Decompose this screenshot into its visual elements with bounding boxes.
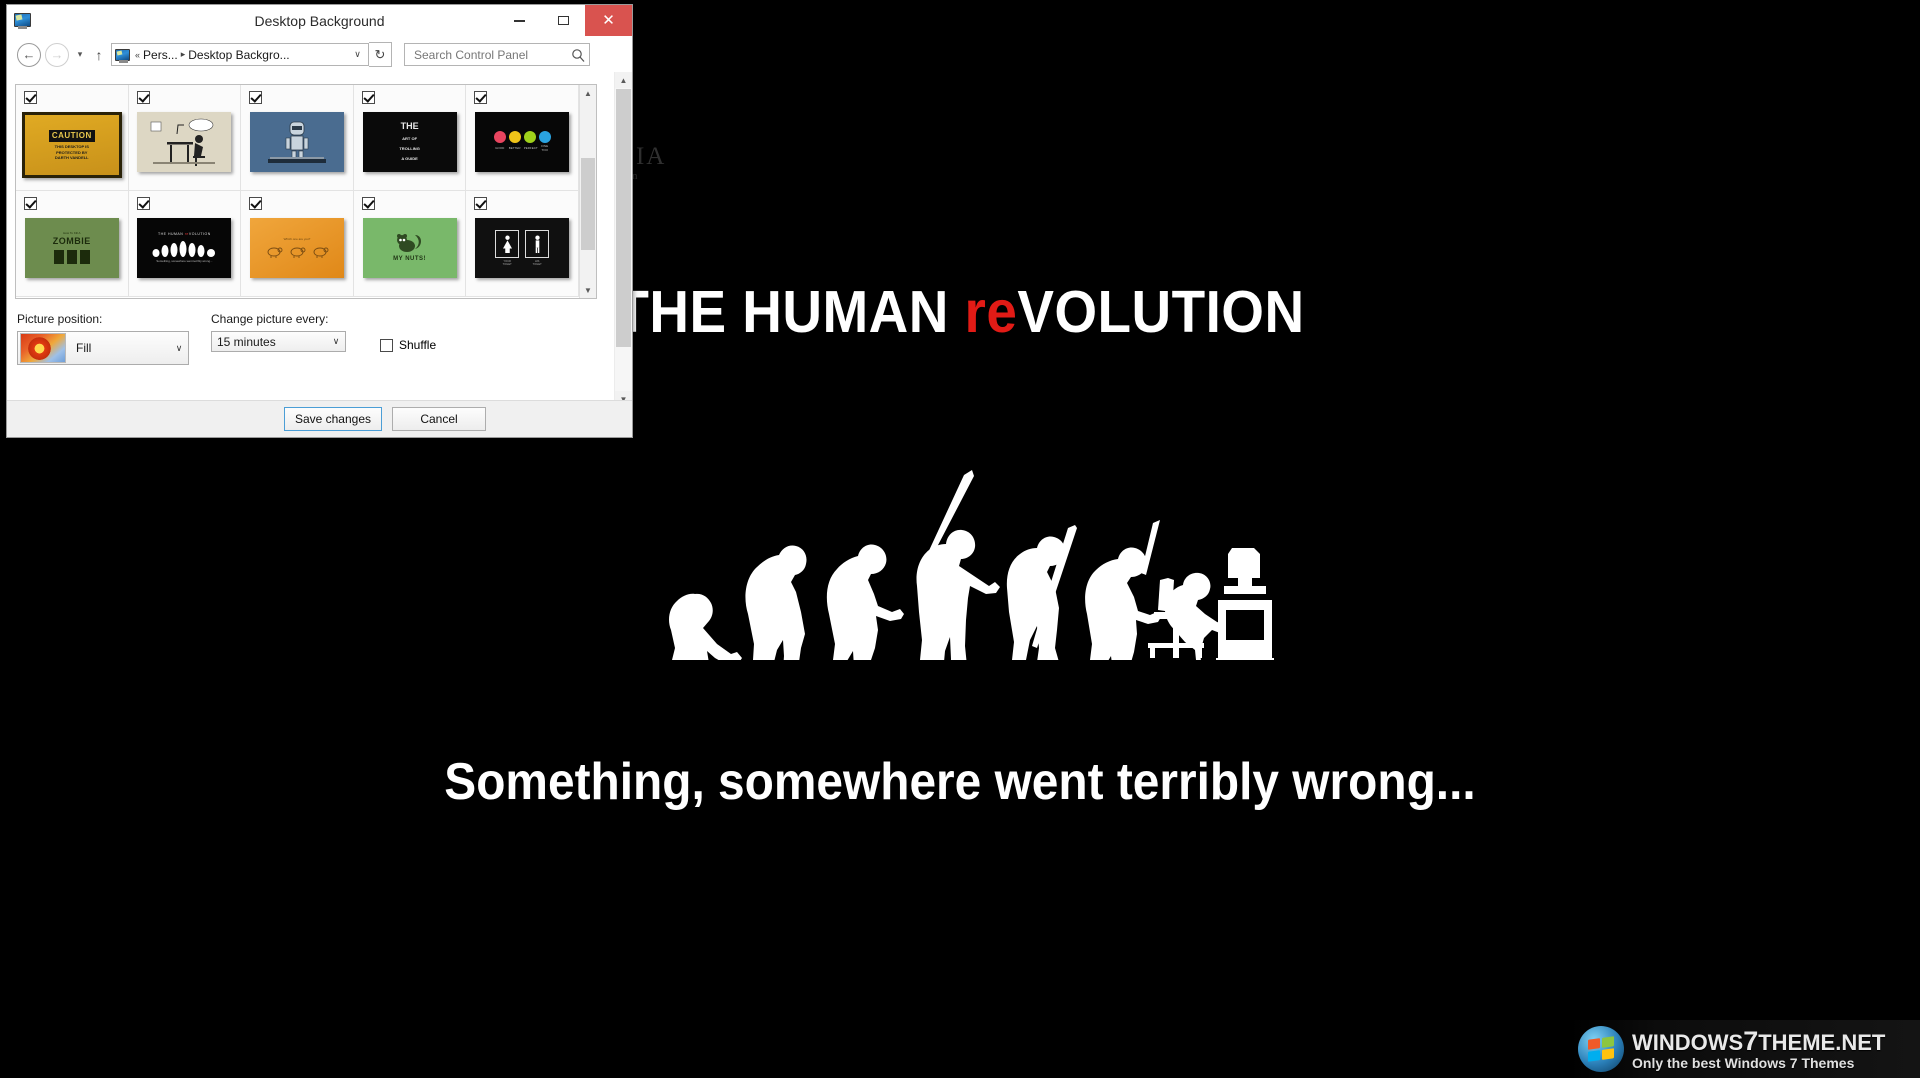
chevron-down-icon: ∨ (175, 342, 183, 353)
back-arrow-icon: ← (22, 47, 36, 62)
thumbnail-image-evolution[interactable]: THE HUMAN reVOLUTION Something, somewher… (137, 218, 232, 278)
address-bar: ← → ▾ ↑ « Pers... ▸ Desktop Backgro... ∨… (7, 37, 632, 72)
change-picture-value: 15 minutes (217, 334, 276, 349)
thumbnail-image-cartoon[interactable] (137, 112, 232, 172)
picture-position-block: Picture position: Fill ∨ (17, 312, 189, 365)
arrow-up-icon: ↑ (95, 46, 103, 63)
thumbnail-checkbox[interactable] (136, 197, 150, 210)
change-picture-label: Change picture every: (211, 312, 329, 326)
cancel-button[interactable]: Cancel (392, 407, 486, 431)
thumbnail-checkbox[interactable] (249, 91, 263, 104)
desktop-background-app-icon (14, 12, 32, 29)
picture-preview-thumbnail (20, 333, 66, 363)
thumbnail-image-toilets[interactable]: YOUR TOILET HIS TOILET (475, 218, 570, 278)
maximize-button[interactable] (541, 5, 585, 36)
thumbnail-checkbox[interactable] (24, 197, 37, 210)
refresh-button[interactable]: ↻ (369, 42, 392, 67)
thumbnail-checkbox[interactable] (136, 91, 150, 104)
recent-locations-button[interactable]: ▾ (73, 49, 87, 60)
thumbnail-image-sheep[interactable]: Which one are you? (249, 218, 344, 278)
thumbnail-item[interactable]: THE ART OF TROLLING A GUIDE (353, 85, 467, 191)
refresh-icon: ↻ (374, 46, 386, 62)
search-box[interactable] (404, 43, 590, 66)
thumbnail-scrollbar[interactable]: ▲ ▼ (579, 85, 596, 298)
scrollbar-thumb[interactable] (616, 89, 631, 347)
thumbnail-item[interactable]: THE HUMAN reVOLUTION Something, somewher… (128, 191, 242, 297)
shuffle-checkbox[interactable] (380, 338, 393, 352)
breadcrumb-overflow-icon: « (135, 49, 141, 60)
up-button[interactable]: ↑ (91, 47, 107, 63)
thumbnail-item[interactable] (241, 85, 354, 191)
search-input[interactable] (412, 46, 571, 63)
thumbnail-item[interactable]: YOUR TOILET HIS TOILET (466, 191, 579, 297)
shuffle-label: Shuffle (399, 338, 437, 352)
breadcrumb-separator-icon: ▸ (180, 49, 186, 59)
close-icon: ✕ (602, 12, 615, 29)
minimize-button[interactable] (497, 5, 541, 36)
desktop-background-dialog: Desktop Background ✕ ← → ▾ ↑ « Pers... ▸… (6, 4, 633, 438)
change-picture-select[interactable]: 15 minutes ∨ (211, 331, 346, 352)
scroll-up-icon[interactable]: ▲ (580, 85, 596, 101)
wallpaper-thumbnail-grid: CAUTION THIS DESKTOP IS PROTECTED BY DARTH… (16, 85, 579, 298)
site-watermark-title-b: THEME.NET (1758, 1030, 1886, 1056)
wallpaper-title-accent: re (964, 279, 1018, 345)
breadcrumb-segment-personalization[interactable]: Pers... (143, 48, 178, 62)
thumbnail-image-zombie[interactable]: How To Kill A ZOMBIE (24, 218, 119, 278)
thumbnail-item[interactable] (128, 85, 242, 191)
breadcrumb-segment-desktop-background[interactable]: Desktop Backgro... (188, 48, 289, 62)
chevron-down-icon: ▾ (77, 49, 83, 59)
site-watermark-tagline: Only the best Windows 7 Themes (1632, 1054, 1855, 1071)
thumbnail-checkbox[interactable] (249, 197, 263, 210)
forward-arrow-icon: → (50, 47, 64, 62)
thumbnail-checkbox[interactable] (361, 91, 375, 104)
thumbnail-item[interactable]: MY NUTS! (353, 191, 467, 297)
thumbnail-checkbox[interactable] (474, 197, 488, 210)
thumbnail-image-squirrel[interactable]: MY NUTS! (362, 218, 457, 278)
thumbnail-item[interactable]: How To Kill A ZOMBIE (16, 191, 129, 297)
wallpaper-subtitle: Something, somewhere went terribly wrong… (444, 753, 1476, 811)
picture-position-label: Picture position: (17, 312, 103, 326)
save-changes-button[interactable]: Save changes (283, 407, 382, 431)
back-button[interactable]: ← (17, 42, 41, 67)
dialog-scrollbar[interactable]: ▲ ▼ (614, 72, 632, 407)
site-watermark-title: WINDOWS7THEME.NET (1632, 1027, 1885, 1055)
site-watermark-title-a: WINDOWS (1632, 1030, 1744, 1056)
thumbnail-image-caution[interactable]: CAUTION THIS DESKTOP IS PROTECTED BY DARTH… (21, 112, 122, 178)
picture-position-select[interactable]: Fill ∨ (17, 331, 189, 365)
dialog-button-bar: Save changes Cancel (7, 400, 632, 437)
site-watermark: WINDOWS7THEME.NET Only the best Windows … (1570, 1020, 1920, 1078)
scroll-up-icon[interactable]: ▲ (615, 72, 632, 88)
scrollbar-thumb[interactable] (581, 158, 595, 250)
search-icon (571, 48, 585, 62)
wallpaper-thumbnail-panel: CAUTION THIS DESKTOP IS PROTECTED BY DARTH… (15, 84, 597, 299)
window-controls: ✕ (497, 5, 632, 36)
forward-button[interactable]: → (45, 42, 69, 67)
thumbnail-checkbox[interactable] (361, 197, 375, 210)
thumbnail-item[interactable]: Which one are you? (241, 191, 354, 297)
dialog-content: CAUTION THIS DESKTOP IS PROTECTED BY DARTH… (7, 72, 632, 407)
thumbnail-image-robot[interactable] (249, 112, 344, 172)
thumbnail-image-circles[interactable]: GOOD BETTER PERFECT FINE TOO (475, 112, 570, 172)
scroll-down-icon[interactable]: ▼ (580, 282, 596, 298)
human-evolution-silhouette-icon (669, 470, 1274, 660)
dialog-titlebar[interactable]: Desktop Background ✕ (7, 5, 632, 37)
breadcrumb-dropdown-icon[interactable]: ∨ (349, 49, 366, 60)
thumbnail-item[interactable]: CAUTION THIS DESKTOP IS PROTECTED BY DARTH… (16, 85, 129, 191)
thumbnail-checkbox[interactable] (24, 91, 37, 104)
thumbnail-checkbox[interactable] (474, 91, 488, 104)
thumbnail-item[interactable]: GOOD BETTER PERFECT FINE TOO (466, 85, 579, 191)
wallpaper-title-part2: VOLUTION (1017, 279, 1305, 345)
breadcrumb-icon (115, 48, 132, 63)
picture-position-value: Fill (76, 341, 92, 355)
thumbnail-image-the-art[interactable]: THE ART OF TROLLING A GUIDE (362, 112, 457, 172)
wallpaper-title-part1: THE HUMAN (615, 279, 965, 345)
shuffle-block[interactable]: Shuffle (380, 338, 436, 352)
change-picture-block: Change picture every: 15 minutes ∨ (211, 312, 346, 352)
breadcrumb[interactable]: « Pers... ▸ Desktop Backgro... ∨ (111, 43, 369, 66)
chevron-down-icon: ∨ (332, 336, 340, 346)
site-watermark-title-seven: 7 (1743, 1026, 1759, 1057)
windows-logo-icon (1578, 1026, 1624, 1072)
close-button[interactable]: ✕ (585, 5, 632, 36)
